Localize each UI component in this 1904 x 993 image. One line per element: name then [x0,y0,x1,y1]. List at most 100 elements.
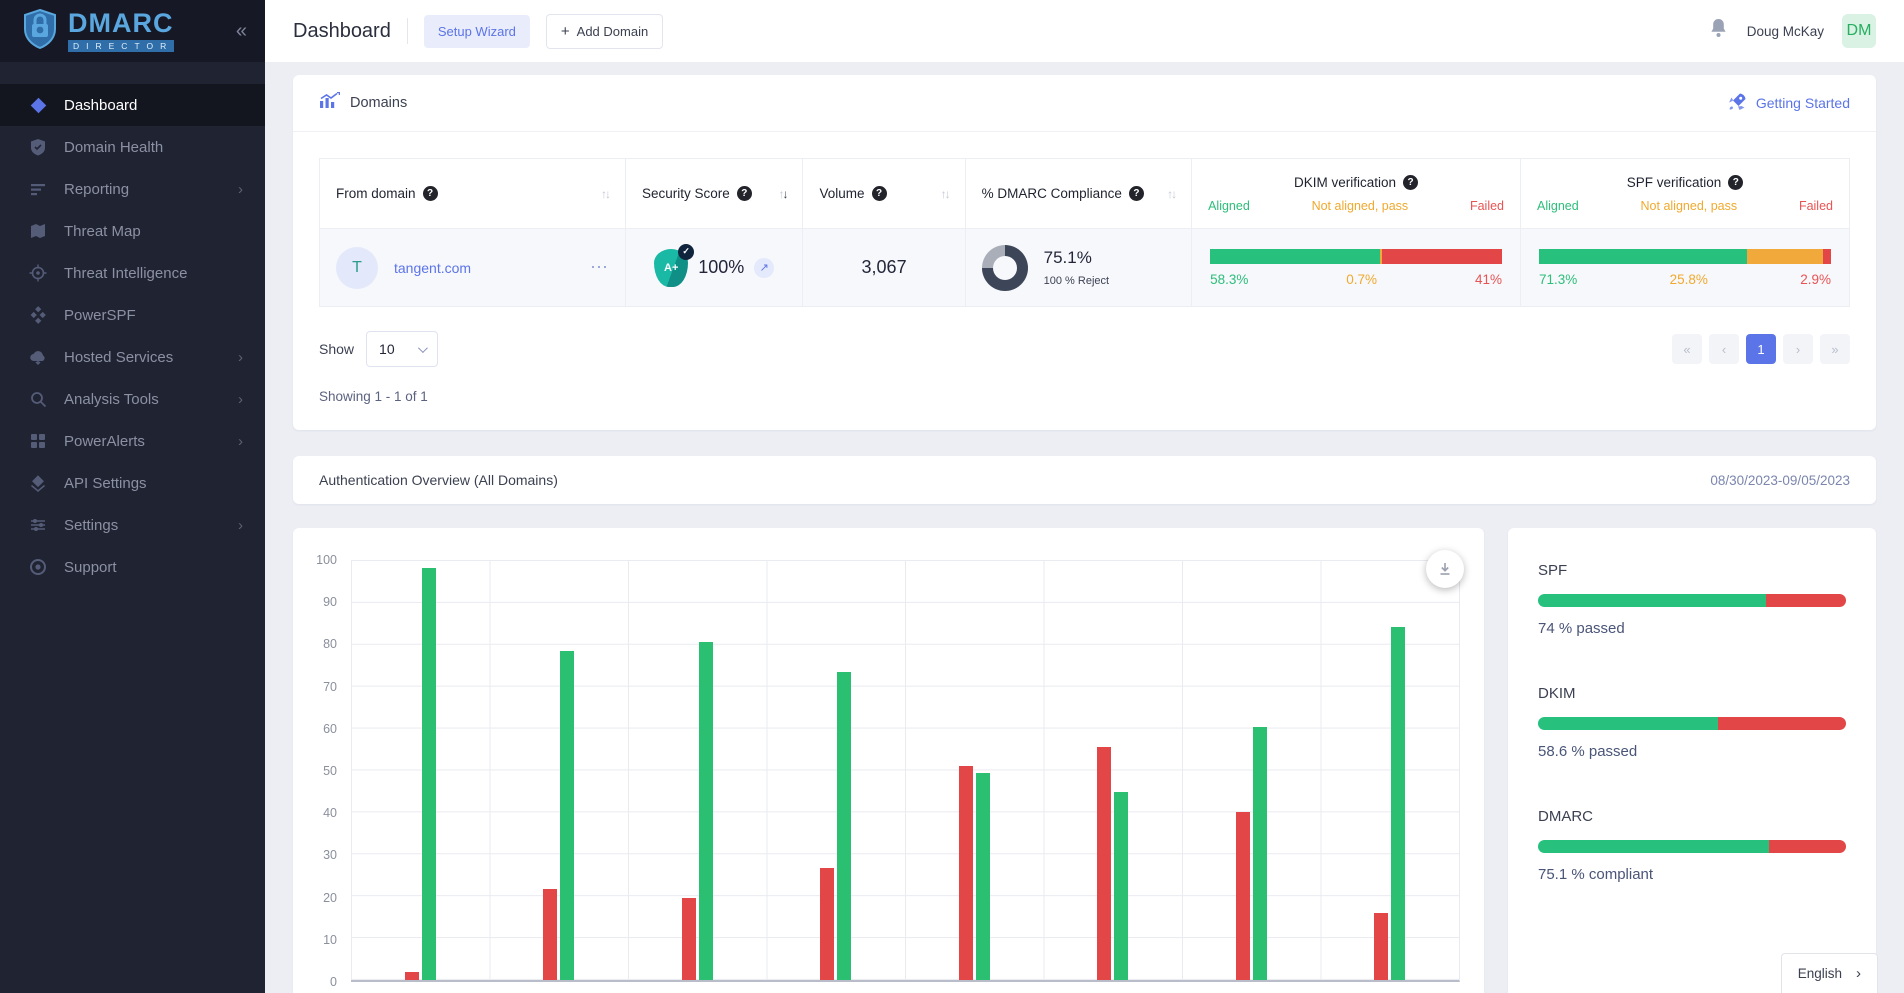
bar-passed [1253,727,1267,980]
chevron-right-icon: › [238,349,243,366]
domains-card: Domains Getting Started From domain ↑ [293,75,1876,430]
dkim-failed-segment [1382,249,1502,264]
bar-group [905,561,1044,980]
setup-wizard-button[interactable]: Setup Wizard [424,15,530,48]
sidebar-item-hosted-services[interactable]: Hosted Services › [0,336,265,378]
bar-failed [820,868,834,980]
dkim-passed-segment [1538,717,1718,730]
check-badge-icon: ✓ [678,244,694,260]
x-tick-label: 05/09/2023 [1321,988,1460,993]
col-from-domain: From domain ↑↓ [320,159,626,229]
top-bar: Dashboard Setup Wizard + Add Domain Doug… [265,0,1904,62]
bar-group [1321,561,1460,980]
add-domain-button[interactable]: + Add Domain [546,14,663,49]
sidebar-item-threat-map[interactable]: Threat Map [0,210,265,252]
summary-dkim: DKIM 58.6 % passed [1538,685,1846,760]
bar-failed [959,766,973,980]
sidebar-item-support[interactable]: Support [0,546,265,588]
help-icon[interactable] [1728,175,1743,190]
table-row: T tangent.com ⋯ A+ ✓ 100% ↗ [320,229,1850,307]
chevron-down-icon [418,343,428,353]
bar-passed [699,642,713,980]
sidebar-item-poweralerts[interactable]: PowerAlerts › [0,420,265,462]
cloud-icon [28,348,48,366]
sidebar-item-powerspf[interactable]: PowerSPF [0,294,265,336]
getting-started-link[interactable]: Getting Started [1728,92,1850,114]
dkim-bar [1210,249,1502,264]
language-selector[interactable]: English › [1781,953,1878,993]
chart-plot [351,560,1460,982]
sidebar-item-analysis-tools[interactable]: Analysis Tools › [0,378,265,420]
sort-icon-active[interactable]: ↑↓ [778,187,786,201]
sidebar-item-settings[interactable]: Settings › [0,504,265,546]
external-link-icon[interactable]: ↗ [754,258,774,278]
bar-failed [1374,913,1388,980]
sidebar-item-threat-intelligence[interactable]: Threat Intelligence [0,252,265,294]
brand-name: DMARC [68,10,174,37]
chart-bars [351,561,1459,980]
bar-passed [422,568,436,980]
bar-passed [1391,627,1405,980]
spf-notaligned-value: 25.8% [1670,272,1708,287]
summary-spf-bar [1538,594,1846,607]
summary-dkim-bar [1538,717,1846,730]
pagination-first-button[interactable]: « [1672,334,1702,364]
y-tick-label: 20 [323,891,337,905]
bar-failed [682,898,696,980]
dkim-failed-value: 41% [1475,272,1502,287]
help-icon[interactable] [1129,186,1144,201]
chart-download-button[interactable] [1426,550,1464,588]
row-menu-dots-icon[interactable]: ⋯ [590,257,609,278]
pagination-prev-button[interactable]: ‹ [1709,334,1739,364]
sidebar-collapse-icon[interactable]: « [236,20,247,43]
dkim-notaligned-value: 0.7% [1346,272,1377,287]
sort-icon[interactable]: ↑↓ [941,187,949,201]
summary-spf-caption: 74 % passed [1538,620,1846,637]
pagination-last-button[interactable]: » [1820,334,1850,364]
bar-failed [405,972,419,980]
help-icon[interactable] [737,186,752,201]
bar-group [1044,561,1183,980]
map-icon [28,222,48,240]
sidebar-item-domain-health[interactable]: Domain Health [0,126,265,168]
bar-group [490,561,629,980]
spf-failed-value: 2.9% [1800,272,1831,287]
logo: DMARC DIRECTOR « [0,0,265,62]
notifications-bell-icon[interactable] [1708,17,1729,45]
sidebar-item-dashboard[interactable]: Dashboard [0,84,265,126]
sidebar-item-reporting[interactable]: Reporting › [0,168,265,210]
x-tick-label: 03/09/2023 [1044,988,1183,993]
y-tick-label: 80 [323,637,337,651]
pagination-page-1-button[interactable]: 1 [1746,334,1776,364]
dkim-failed-label: Failed [1470,199,1504,213]
help-icon[interactable] [423,186,438,201]
auth-summary-card: SPF 74 % passed DKIM 58.6 % passed [1508,528,1876,993]
auth-overview-header: Authentication Overview (All Domains) 08… [293,456,1876,504]
sidebar-item-api-settings[interactable]: API Settings [0,462,265,504]
bar-chart: 0102030405060708090100 29/08/202330/08/2… [307,556,1466,993]
auth-chart-card: 0102030405060708090100 29/08/202330/08/2… [293,528,1484,993]
page-size-select[interactable]: 10 [366,331,438,367]
y-tick-label: 100 [316,553,337,567]
auth-overview-date-range[interactable]: 08/30/2023-09/05/2023 [1710,473,1850,488]
brand-subname: DIRECTOR [68,40,174,53]
help-icon[interactable] [1403,175,1418,190]
help-icon[interactable] [872,186,887,201]
pagination-next-button[interactable]: › [1783,334,1813,364]
user-name: Doug McKay [1747,24,1824,39]
domain-link[interactable]: tangent.com [394,260,471,276]
x-tick-label: 02/09/2023 [906,988,1045,993]
dmarc-compliant-segment [1538,840,1769,853]
domains-card-title: Domains [350,95,407,111]
shield-check-icon [28,138,48,156]
chevron-right-icon: › [238,391,243,408]
main-content: Domains Getting Started From domain ↑ [265,62,1904,993]
user-avatar[interactable]: DM [1842,14,1876,48]
dkim-notaligned-label: Not aligned, pass [1312,199,1409,213]
sort-icon[interactable]: ↑↓ [601,187,609,201]
sort-icon[interactable]: ↑↓ [1167,187,1175,201]
brand-shield-icon [22,9,58,54]
chevron-right-icon: › [238,433,243,450]
col-spf-verification: SPF verification Aligned Not aligned, pa… [1521,159,1850,229]
summary-dmarc-bar [1538,840,1846,853]
